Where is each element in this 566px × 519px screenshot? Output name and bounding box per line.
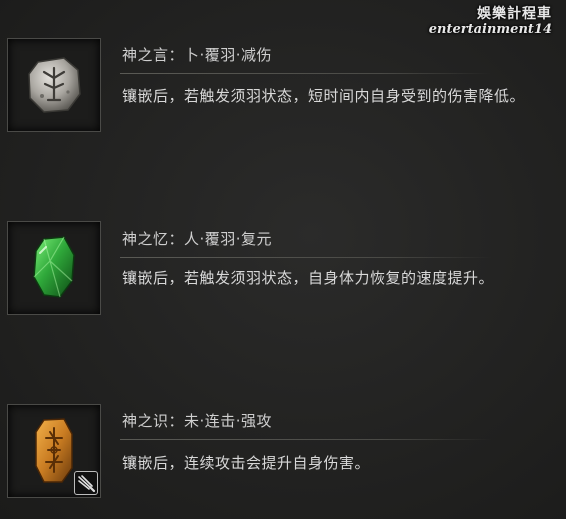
rune-title: 神之识：未·连击·强攻 (122, 412, 273, 430)
divider (120, 257, 492, 258)
rune-slot[interactable] (7, 38, 101, 132)
rune-description: 镶嵌后，连续攻击会提升自身伤害。 (122, 454, 371, 472)
crossed-spears-icon (74, 471, 98, 495)
watermark-handle: entertainment14 (428, 22, 552, 37)
silver-rune-stone-icon (28, 57, 81, 113)
rune-slot[interactable] (7, 404, 101, 498)
rune-title: 神之忆：人·覆羽·复元 (122, 230, 273, 248)
green-crystal-icon (33, 236, 75, 298)
rune-description: 镶嵌后，若触发须羽状态，短时间内自身受到的伤害降低。 (122, 87, 526, 105)
watermark: 娛樂計程車 entertainment14 (429, 6, 552, 38)
rune-slot[interactable] (7, 221, 101, 315)
amber-rune-stone-icon (35, 418, 73, 483)
rune-description: 镶嵌后，若触发须羽状态，自身体力恢复的速度提升。 (122, 269, 495, 287)
rune-title: 神之言：卜·覆羽·减伤 (122, 46, 273, 64)
divider (120, 439, 492, 440)
watermark-title: 娛樂計程車 (477, 6, 552, 22)
divider (120, 73, 492, 74)
